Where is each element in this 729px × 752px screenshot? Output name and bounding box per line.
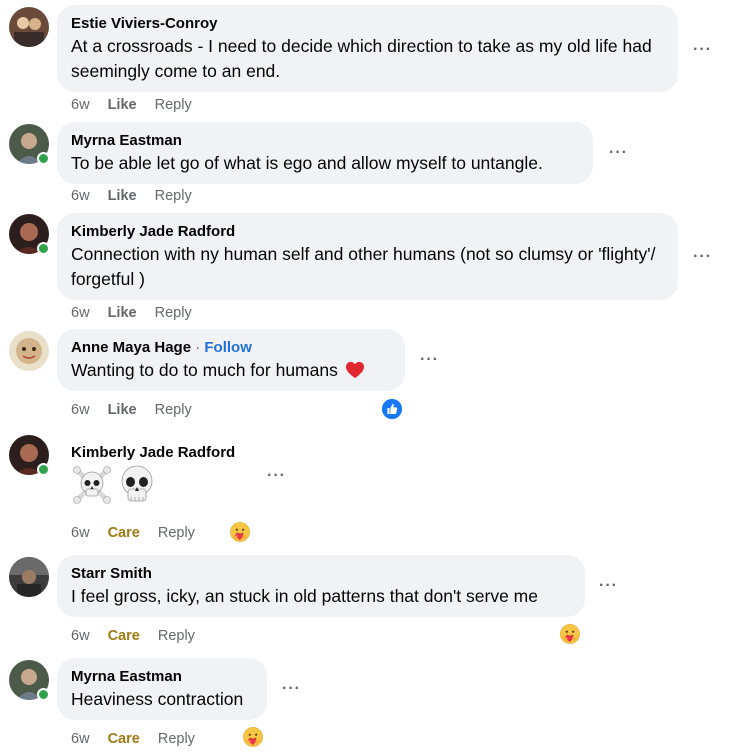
comment-author[interactable]: Myrna Eastman bbox=[71, 131, 579, 151]
comment-text: Wanting to do to much for humans bbox=[71, 358, 391, 383]
avatar[interactable] bbox=[9, 435, 50, 476]
online-status-icon bbox=[37, 152, 50, 165]
comment-author[interactable]: Starr Smith bbox=[71, 564, 571, 584]
comment-bubble: Kimberly Jade Radford Connection with ny… bbox=[57, 213, 678, 300]
comment-author[interactable]: Anne Maya Hage bbox=[71, 339, 191, 356]
comment-bubble: Myrna Eastman Heaviness contraction bbox=[57, 658, 267, 720]
reply-button[interactable]: Reply bbox=[155, 305, 192, 321]
care-reaction-icon[interactable] bbox=[242, 726, 264, 748]
avatar[interactable] bbox=[9, 331, 49, 371]
comment-actions: 6w Like Reply bbox=[71, 187, 206, 205]
comment-author[interactable]: Kimberly Jade Radford bbox=[71, 222, 664, 242]
more-options-icon[interactable]: ··· bbox=[599, 578, 618, 594]
skull-icon bbox=[122, 465, 153, 502]
more-options-icon[interactable]: ··· bbox=[693, 42, 712, 58]
more-options-icon[interactable]: ··· bbox=[267, 468, 286, 484]
reply-button[interactable]: Reply bbox=[155, 97, 192, 113]
reply-button[interactable]: Reply bbox=[155, 402, 192, 418]
care-button[interactable]: Care bbox=[108, 731, 140, 747]
like-button[interactable]: Like bbox=[108, 188, 137, 204]
care-button[interactable]: Care bbox=[108, 525, 140, 541]
comment-author-line: Anne Maya Hage · Follow bbox=[71, 338, 391, 358]
comment-text: Connection with ny human self and other … bbox=[71, 244, 656, 289]
comment-author[interactable]: Kimberly Jade Radford bbox=[71, 443, 235, 463]
reply-button[interactable]: Reply bbox=[158, 525, 195, 541]
comment-text: I feel gross, icky, an stuck in old patt… bbox=[71, 586, 538, 606]
user-photo bbox=[9, 331, 49, 371]
online-status-icon bbox=[37, 688, 50, 701]
comment-actions: 6w Care Reply bbox=[71, 524, 209, 542]
user-photo bbox=[9, 7, 49, 47]
care-reaction-icon[interactable] bbox=[559, 623, 581, 645]
comment-bubble: Starr Smith I feel gross, icky, an stuck… bbox=[57, 555, 585, 617]
like-button[interactable]: Like bbox=[108, 402, 137, 418]
comment-text-content: Wanting to do to much for humans bbox=[71, 360, 338, 380]
comment-time[interactable]: 6w bbox=[71, 188, 90, 204]
comment-author[interactable]: Estie Viviers-Conroy bbox=[71, 14, 664, 34]
online-status-icon bbox=[37, 463, 50, 476]
more-options-icon[interactable]: ··· bbox=[693, 249, 712, 265]
like-button[interactable]: Like bbox=[108, 97, 137, 113]
user-photo bbox=[9, 557, 49, 597]
comment-actions: 6w Care Reply bbox=[71, 730, 209, 748]
more-options-icon[interactable]: ··· bbox=[420, 352, 439, 368]
care-reaction-icon[interactable] bbox=[229, 521, 251, 543]
comment-time[interactable]: 6w bbox=[71, 402, 90, 418]
follow-button[interactable]: Follow bbox=[204, 339, 252, 356]
comment-author[interactable]: Myrna Eastman bbox=[71, 667, 253, 687]
comment-time[interactable]: 6w bbox=[71, 525, 90, 541]
comment-bubble: Anne Maya Hage · Follow Wanting to do to… bbox=[57, 329, 405, 391]
comment-bubble: Myrna Eastman To be able let go of what … bbox=[57, 122, 593, 184]
separator: · bbox=[195, 339, 201, 356]
comment-time[interactable]: 6w bbox=[71, 305, 90, 321]
comment-actions: 6w Care Reply bbox=[71, 627, 209, 645]
avatar[interactable] bbox=[9, 660, 50, 701]
comment-time[interactable]: 6w bbox=[71, 628, 90, 644]
comment-actions: 6w Like Reply bbox=[71, 401, 206, 419]
more-options-icon[interactable]: ··· bbox=[609, 145, 628, 161]
heart-icon bbox=[345, 361, 364, 379]
like-reaction-icon[interactable] bbox=[381, 398, 403, 420]
care-button[interactable]: Care bbox=[108, 628, 140, 644]
reply-button[interactable]: Reply bbox=[158, 731, 195, 747]
comment-actions: 6w Like Reply bbox=[71, 304, 206, 322]
reply-button[interactable]: Reply bbox=[155, 188, 192, 204]
comment-text: To be able let go of what is ego and all… bbox=[71, 153, 543, 173]
comment-bubble: Estie Viviers-Conroy At a crossroads - I… bbox=[57, 5, 678, 92]
comment-time[interactable]: 6w bbox=[71, 97, 90, 113]
comment-text: ☠️💀 bbox=[71, 464, 157, 511]
avatar[interactable] bbox=[9, 7, 49, 47]
avatar[interactable] bbox=[9, 557, 49, 597]
comment-time[interactable]: 6w bbox=[71, 731, 90, 747]
avatar[interactable] bbox=[9, 214, 50, 255]
online-status-icon bbox=[37, 242, 50, 255]
more-options-icon[interactable]: ··· bbox=[282, 681, 301, 697]
skull-crossbones-icon bbox=[73, 466, 111, 504]
avatar[interactable] bbox=[9, 124, 50, 165]
reply-button[interactable]: Reply bbox=[158, 628, 195, 644]
like-button[interactable]: Like bbox=[108, 305, 137, 321]
comment-text: Heaviness contraction bbox=[71, 689, 244, 709]
comment-text: At a crossroads - I need to decide which… bbox=[71, 36, 652, 81]
comment-actions: 6w Like Reply bbox=[71, 96, 206, 114]
